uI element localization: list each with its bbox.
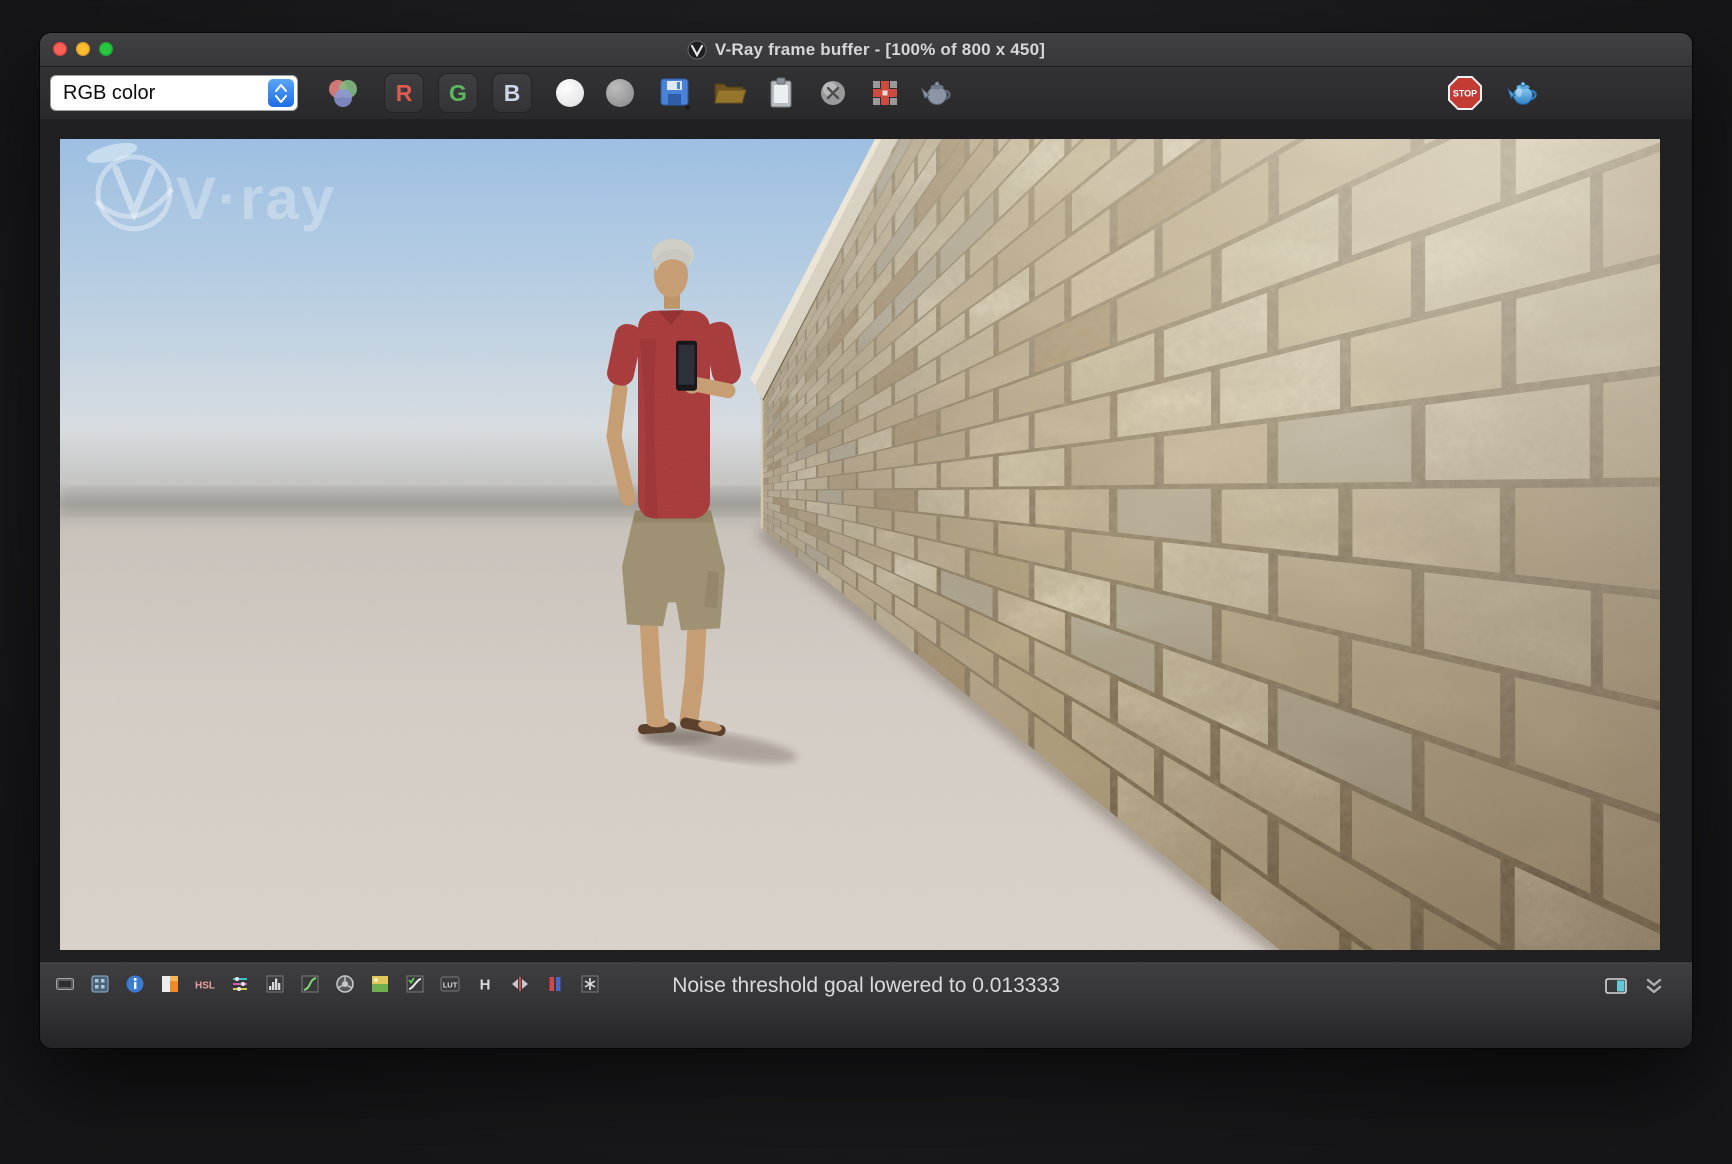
white-balance-icon[interactable] [334, 973, 356, 995]
statusbar-icons: HSL LUT H [54, 973, 601, 995]
render-grain [60, 139, 1660, 950]
blue-teapot-icon [1506, 81, 1537, 106]
vray-app-icon [687, 40, 707, 59]
status-message: Noise threshold goal lowered to 0.013333 [672, 974, 1060, 997]
vray-frame-buffer-window: V-Ray frame buffer - [100% of 800 x 450]… [40, 33, 1692, 1048]
render-last-button[interactable] [918, 73, 956, 113]
levels-icon[interactable] [264, 973, 286, 995]
title-bar[interactable]: V-Ray frame buffer - [100% of 800 x 450] [40, 33, 1692, 67]
white-mode-button[interactable] [556, 79, 584, 107]
collapse-chevrons-icon[interactable] [1642, 974, 1666, 998]
window-title: V-Ray frame buffer - [100% of 800 x 450] [714, 39, 1046, 59]
window-title-area: V-Ray frame buffer - [100% of 800 x 450] [40, 33, 1692, 66]
rendered-scene: V·ray [60, 139, 1660, 950]
lut-icon[interactable]: LUT [439, 973, 461, 995]
corrections-panel-icon[interactable] [1604, 975, 1628, 997]
history-icon[interactable]: H [474, 973, 496, 995]
display-correction-icon[interactable] [54, 973, 76, 995]
color-corrections-icon[interactable] [159, 973, 181, 995]
status-bar: HSL LUT H Noise threshold goal lowered t… [40, 961, 1692, 1048]
red-channel-button[interactable]: R [384, 73, 424, 113]
track-mouse-button[interactable] [866, 73, 904, 113]
compare-ab-icon[interactable] [509, 973, 531, 995]
blue-channel-button[interactable]: B [492, 73, 532, 113]
color-balance-icon[interactable] [229, 973, 251, 995]
image-info-icon[interactable] [124, 973, 146, 995]
statusbar-right-group [1604, 974, 1666, 998]
chevron-up-icon [275, 83, 287, 92]
ocio-icon[interactable] [404, 973, 426, 995]
lut-label: LUT [443, 981, 458, 990]
clear-image-button[interactable] [814, 73, 852, 113]
teapot-icon [920, 81, 951, 106]
red-channel-label: R [395, 79, 413, 106]
mono-mode-button[interactable] [606, 79, 634, 107]
stop-render-button[interactable]: STOP [1446, 73, 1484, 113]
floppy-disk-icon [660, 78, 691, 111]
select-stepper[interactable] [268, 79, 294, 107]
rgb-channels-icon[interactable] [324, 73, 362, 113]
clear-sphere-icon [821, 81, 845, 105]
track-mouse-icon [873, 81, 897, 105]
background-image-icon[interactable] [369, 973, 391, 995]
rendered-image-viewport[interactable]: V·ray [60, 139, 1660, 950]
green-channel-label: G [449, 79, 467, 106]
curve-control-icon[interactable] [299, 973, 321, 995]
hsl-icon[interactable]: HSL [194, 973, 216, 995]
channel-display-select[interactable]: RGB color [50, 75, 298, 111]
stereo-icon[interactable] [544, 973, 566, 995]
blue-channel-label: B [503, 79, 521, 106]
hsl-label: HSL [195, 981, 215, 992]
channel-select-value: RGB color [63, 81, 156, 104]
chevron-down-icon [275, 94, 287, 103]
pixel-information-icon[interactable] [89, 973, 111, 995]
folder-icon [714, 83, 747, 104]
history-label: H [480, 977, 491, 994]
toolbar-right-group: STOP [1446, 67, 1542, 119]
stop-sign-icon: STOP [1448, 76, 1482, 110]
green-channel-button[interactable]: G [438, 73, 478, 113]
frame-buffer-canvas: V·ray [40, 120, 1692, 961]
copy-to-clipboard-button[interactable] [762, 73, 800, 113]
save-image-button[interactable] [656, 73, 694, 113]
clipboard-icon [770, 77, 792, 108]
open-image-button[interactable] [710, 73, 748, 113]
interactive-render-button[interactable] [1504, 73, 1542, 113]
sharpen-icon[interactable] [579, 973, 601, 995]
stop-label: STOP [1453, 89, 1477, 99]
toolbar: RGB color R G B STOP [40, 67, 1692, 120]
